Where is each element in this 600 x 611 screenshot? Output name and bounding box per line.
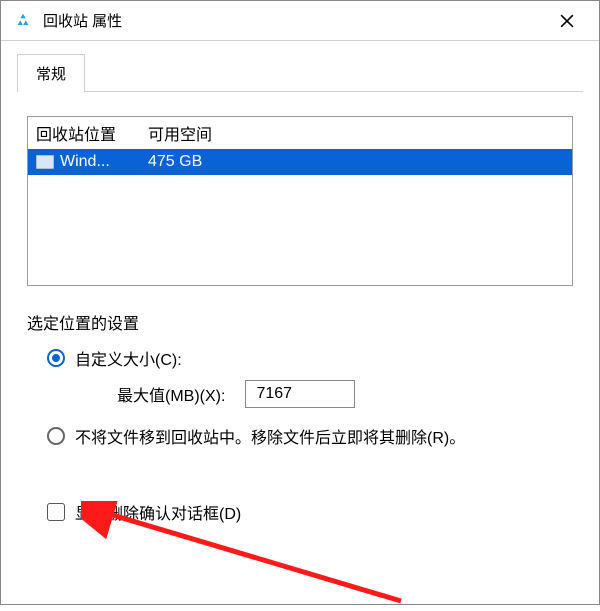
titlebar: 回收站 属性 bbox=[1, 1, 599, 41]
tab-general[interactable]: 常规 bbox=[17, 54, 85, 92]
location-list[interactable]: 回收站位置 可用空间 Wind... 475 GB bbox=[27, 116, 573, 286]
checkbox-confirm-delete[interactable]: 显示删除确认对话框(D) bbox=[27, 500, 573, 524]
recycle-bin-icon bbox=[13, 11, 33, 31]
radio-icon bbox=[47, 427, 65, 445]
row-space: 475 GB bbox=[148, 153, 564, 171]
close-button[interactable] bbox=[547, 1, 587, 41]
header-location: 回收站位置 bbox=[36, 121, 148, 145]
list-row[interactable]: Wind... 475 GB bbox=[28, 149, 572, 175]
radio-custom-size-label: 自定义大小(C): bbox=[75, 346, 182, 370]
checkbox-icon bbox=[47, 503, 65, 521]
settings-section-label: 选定位置的设置 bbox=[27, 310, 573, 334]
checkbox-confirm-label: 显示删除确认对话框(D) bbox=[75, 500, 241, 524]
max-size-label: 最大值(MB)(X): bbox=[117, 382, 225, 406]
radio-icon bbox=[47, 349, 65, 367]
content-area: 回收站位置 可用空间 Wind... 475 GB 选定位置的设置 自定义大小(… bbox=[17, 91, 583, 534]
row-name: Wind... bbox=[60, 153, 148, 171]
max-size-input[interactable] bbox=[245, 380, 355, 408]
window-title: 回收站 属性 bbox=[43, 10, 122, 31]
radio-no-move[interactable]: 不将文件移到回收站中。移除文件后立即将其删除(R)。 bbox=[27, 420, 573, 452]
max-size-row: 最大值(MB)(X): bbox=[27, 374, 573, 414]
radio-no-move-label: 不将文件移到回收站中。移除文件后立即将其删除(R)。 bbox=[75, 424, 465, 448]
tabs: 常规 bbox=[1, 41, 599, 91]
list-header: 回收站位置 可用空间 bbox=[28, 117, 572, 149]
header-space: 可用空间 bbox=[148, 121, 564, 145]
folder-icon bbox=[36, 155, 54, 169]
radio-group: 自定义大小(C): 最大值(MB)(X): 不将文件移到回收站中。移除文件后立即… bbox=[27, 342, 573, 452]
radio-custom-size[interactable]: 自定义大小(C): bbox=[27, 342, 573, 374]
